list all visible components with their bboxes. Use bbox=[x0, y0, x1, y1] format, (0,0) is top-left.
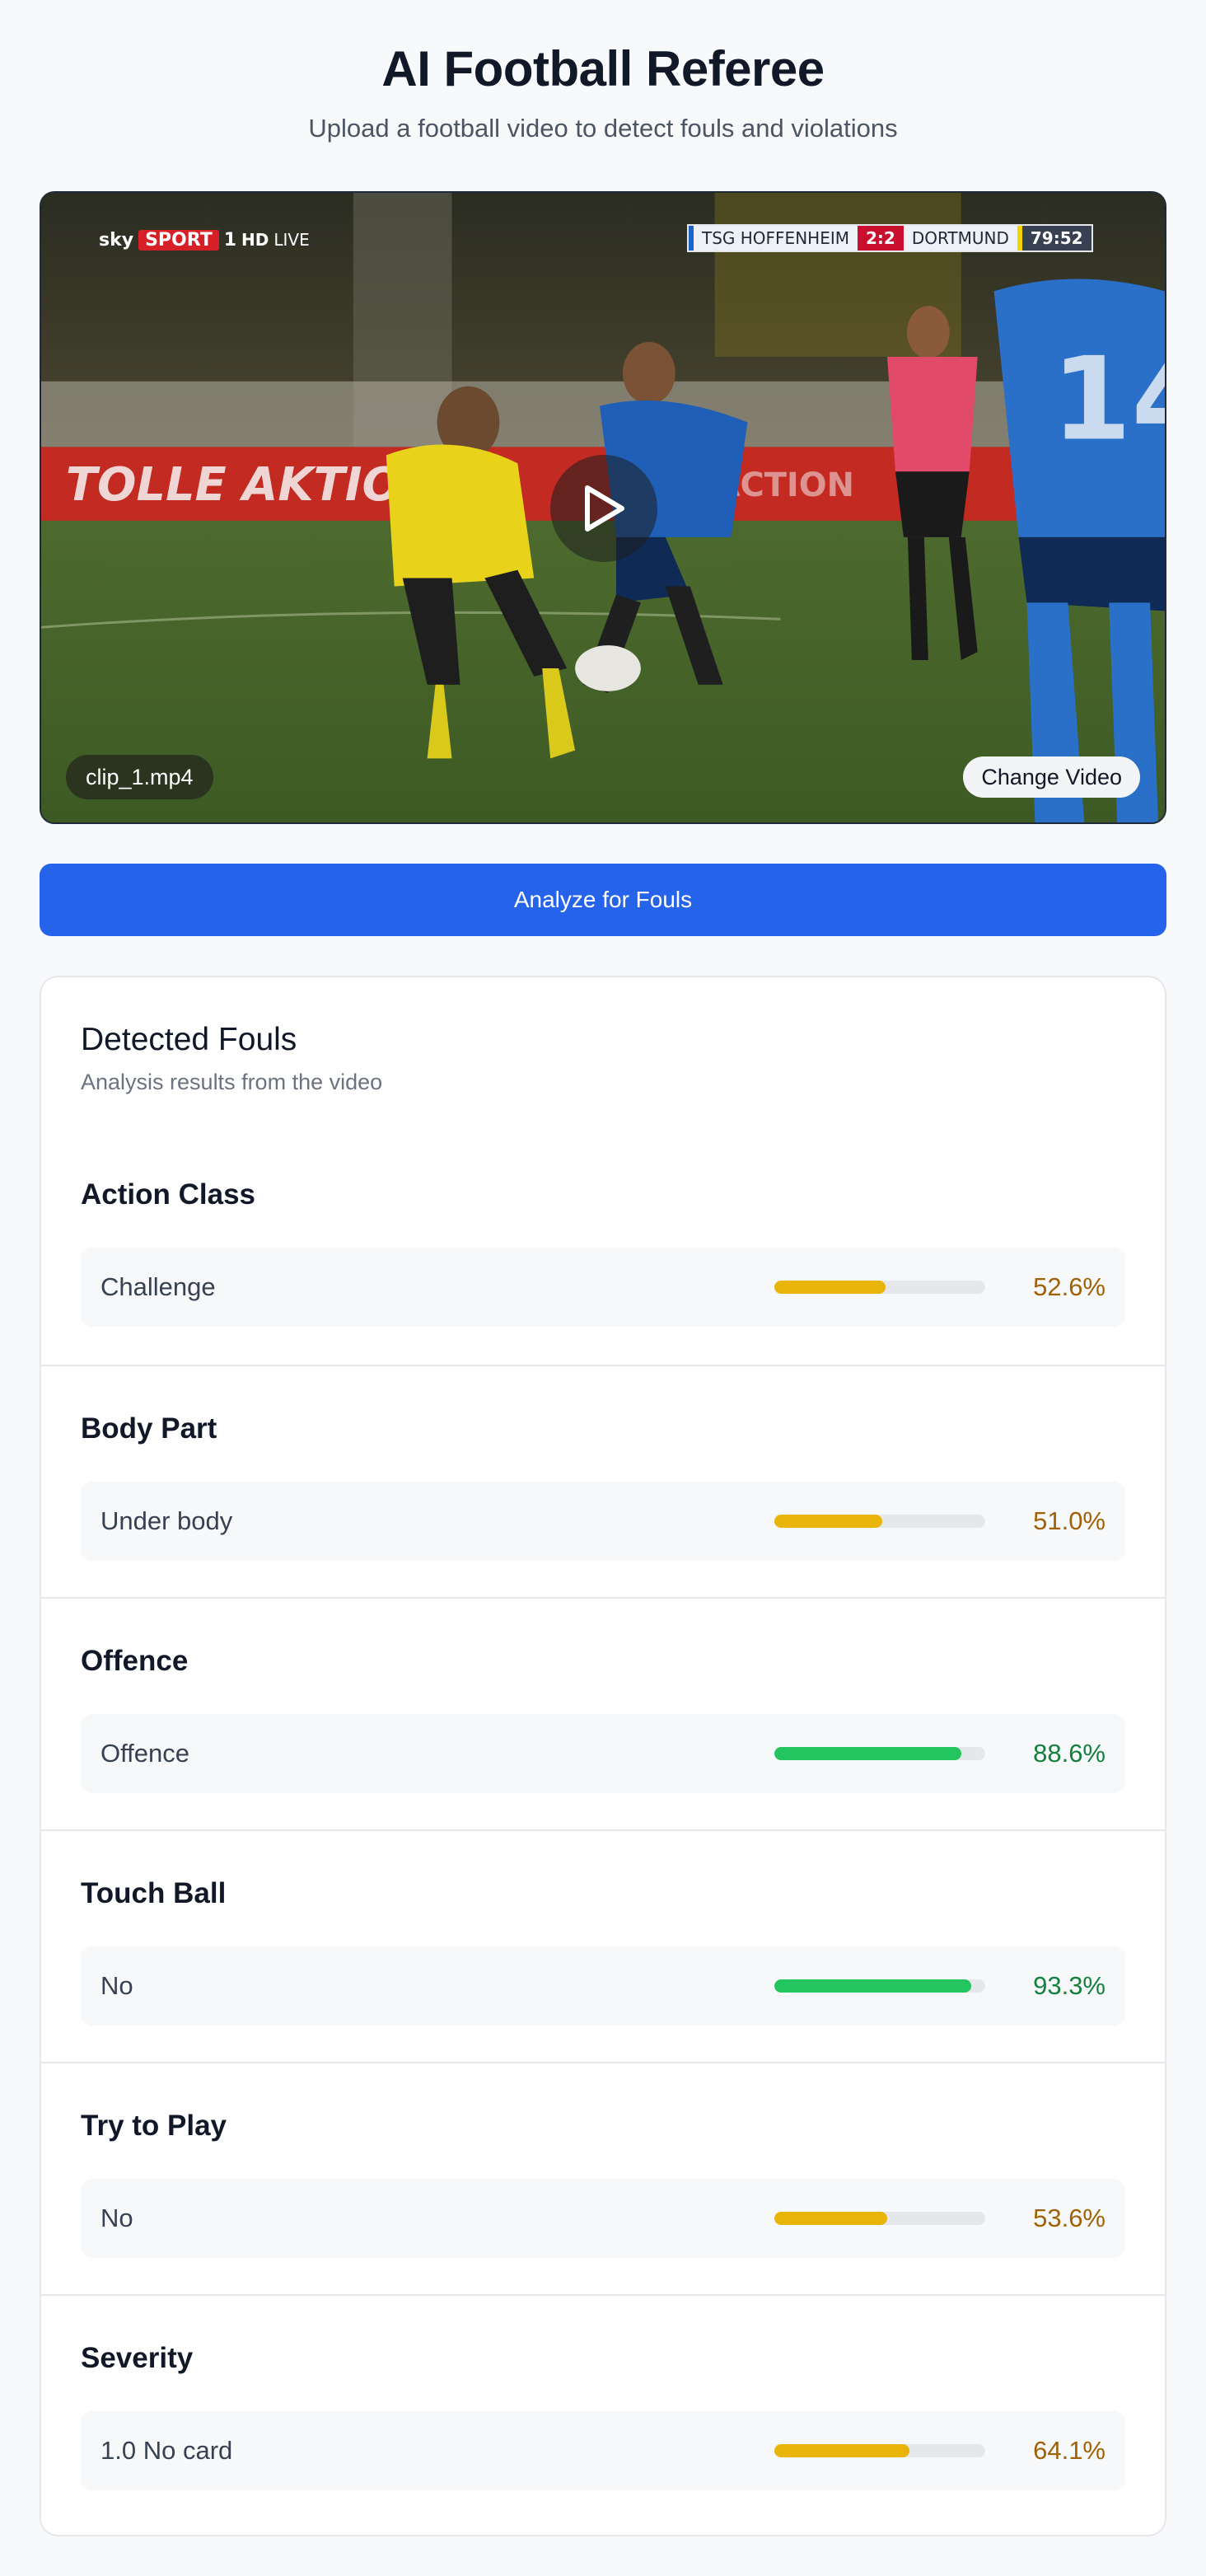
result-row: Challenge 52.6% bbox=[81, 1248, 1125, 1327]
result-label: Offence bbox=[100, 1739, 190, 1768]
broadcast-live: LIVE bbox=[273, 230, 310, 250]
confidence-bar-fill bbox=[774, 2444, 910, 2457]
results-subtitle: Analysis results from the video bbox=[81, 1070, 383, 1094]
result-row: Under body 51.0% bbox=[81, 1482, 1125, 1561]
result-section: Severity 1.0 No card 64.1% bbox=[41, 2294, 1165, 2527]
confidence-bar bbox=[774, 2444, 985, 2457]
broadcast-channel: 1 bbox=[223, 229, 237, 251]
result-section: Touch Ball No 93.3% bbox=[41, 1829, 1165, 2062]
play-icon bbox=[585, 485, 624, 532]
results-header: Detected Fouls Analysis results from the… bbox=[41, 977, 1165, 1132]
change-video-button[interactable]: Change Video bbox=[963, 756, 1140, 798]
broadcast-logo: sky SPORT 1 HD LIVE bbox=[99, 226, 310, 254]
section-title: Touch Ball bbox=[81, 1877, 227, 1909]
confidence-bar bbox=[774, 1747, 985, 1760]
results-sections: Action Class Challenge 52.6% Body Part Under… bbox=[41, 1132, 1165, 2527]
confidence-bar bbox=[774, 1281, 985, 1294]
result-label: No bbox=[100, 2204, 133, 2232]
result-section: Try to Play No 53.6% bbox=[41, 2062, 1165, 2294]
result-section: Action Class Challenge 52.6% bbox=[41, 1132, 1165, 1365]
section-title: Body Part bbox=[81, 1412, 217, 1445]
section-title: Severity bbox=[81, 2342, 194, 2374]
confidence-percent: 64.1% bbox=[1033, 2436, 1106, 2465]
svg-text:TOLLE AKTION: TOLLE AKTION bbox=[66, 458, 440, 512]
result-label: 1.0 No card bbox=[100, 2436, 233, 2465]
home-team: TSG HOFFENHEIM bbox=[689, 226, 858, 251]
result-label: Under body bbox=[100, 1506, 233, 1535]
results-title: Detected Fouls bbox=[81, 1022, 297, 1057]
svg-text:14: 14 bbox=[1051, 333, 1165, 466]
result-row: No 53.6% bbox=[81, 2179, 1125, 2258]
section-title: Offence bbox=[81, 1645, 189, 1677]
section-title: Try to Play bbox=[81, 2110, 227, 2142]
result-label: No bbox=[100, 1971, 133, 2000]
result-section: Offence Offence 88.6% bbox=[41, 1597, 1165, 1829]
video-player[interactable]: TOLLE AKTION ACTION 1 sky SPORT 1 HD LIV… bbox=[40, 191, 1166, 824]
result-row: Offence 88.6% bbox=[81, 1714, 1125, 1793]
match-score: 2:2 bbox=[857, 226, 904, 251]
match-clock: 79:52 bbox=[1021, 226, 1091, 251]
analyze-button[interactable]: Analyze for Fouls bbox=[40, 864, 1166, 936]
header: AI Football Referee Upload a football vi… bbox=[0, 0, 1206, 145]
confidence-percent: 93.3% bbox=[1033, 1971, 1106, 2000]
confidence-bar-fill bbox=[774, 1515, 882, 1528]
confidence-percent: 53.6% bbox=[1033, 2204, 1106, 2232]
confidence-bar-fill bbox=[774, 1747, 961, 1760]
scoreboard: TSG HOFFENHEIM 2:2 DORTMUND 79:52 bbox=[687, 224, 1093, 252]
filename-badge: clip_1.mp4 bbox=[66, 755, 213, 799]
result-row: No 93.3% bbox=[81, 1946, 1125, 2026]
results-card: Detected Fouls Analysis results from the… bbox=[40, 976, 1166, 2536]
page: AI Football Referee Upload a football vi… bbox=[0, 0, 1206, 2576]
broadcast-brand: sky bbox=[99, 229, 134, 251]
page-subtitle: Upload a football video to detect fouls … bbox=[308, 114, 898, 143]
confidence-bar-fill bbox=[774, 1979, 971, 1993]
confidence-bar bbox=[774, 1515, 985, 1528]
play-button[interactable] bbox=[550, 455, 657, 562]
broadcast-sport: SPORT bbox=[138, 229, 219, 251]
away-team: DORTMUND bbox=[903, 226, 1022, 251]
result-row: 1.0 No card 64.1% bbox=[81, 2411, 1125, 2490]
confidence-bar bbox=[774, 2212, 985, 2225]
confidence-percent: 51.0% bbox=[1033, 1506, 1106, 1535]
confidence-percent: 88.6% bbox=[1033, 1739, 1106, 1768]
result-label: Challenge bbox=[100, 1272, 216, 1301]
section-title: Action Class bbox=[81, 1178, 255, 1211]
result-section: Body Part Under body 51.0% bbox=[41, 1365, 1165, 1597]
page-title: AI Football Referee bbox=[381, 41, 825, 96]
confidence-bar-fill bbox=[774, 1281, 886, 1294]
confidence-bar-fill bbox=[774, 2212, 888, 2225]
confidence-percent: 52.6% bbox=[1033, 1272, 1106, 1301]
broadcast-hd: HD bbox=[241, 230, 269, 250]
confidence-bar bbox=[774, 1979, 985, 1993]
